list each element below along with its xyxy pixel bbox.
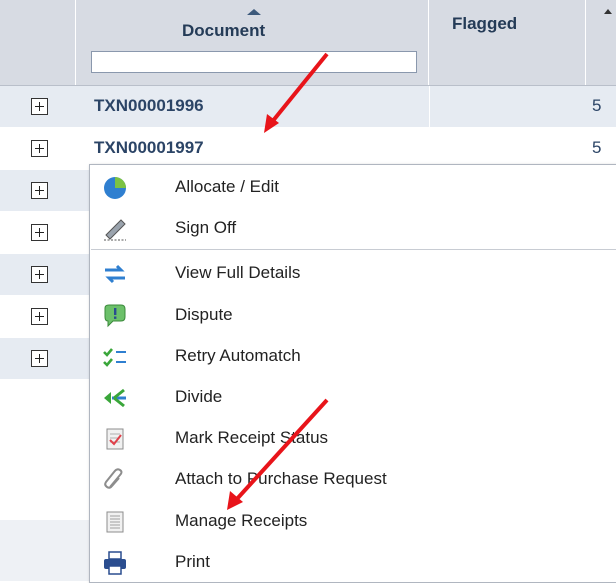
pen-icon: [104, 219, 126, 241]
sort-ascending-icon[interactable]: [604, 9, 612, 14]
menu-item-label: Attach to Purchase Request: [175, 469, 387, 488]
swap-arrows-icon: [105, 264, 125, 284]
expand-row-icon[interactable]: [31, 182, 48, 199]
speech-bubble-icon: [104, 304, 126, 328]
paperclip-icon: [104, 468, 123, 489]
menu-item-label: Mark Receipt Status: [175, 428, 329, 447]
table-row[interactable]: TXN00001996 5: [0, 86, 616, 128]
menu-item-manage-receipts[interactable]: Manage Receipts: [90, 502, 616, 542]
expand-row-icon[interactable]: [31, 350, 48, 367]
grid-footer: [0, 520, 89, 581]
menu-item-sign-off[interactable]: Sign Off: [90, 209, 616, 249]
printer-icon: [104, 551, 126, 575]
menu-item-label: View Full Details: [175, 263, 301, 282]
menu-item-label: Sign Off: [175, 218, 237, 237]
menu-item-label: Print: [175, 552, 210, 571]
next-column-value: 5: [592, 138, 602, 157]
menu-item-view-full-details[interactable]: View Full Details: [90, 254, 616, 294]
menu-item-attach-to-purchase-request[interactable]: Attach to Purchase Request: [90, 460, 616, 500]
menu-item-label: Manage Receipts: [175, 511, 308, 530]
expand-row-icon[interactable]: [31, 266, 48, 283]
document-link[interactable]: TXN00001996: [94, 96, 204, 116]
receipt-icon: [106, 511, 124, 533]
flagged-column-label: Flagged: [452, 14, 518, 33]
menu-item-label: Allocate / Edit: [175, 177, 279, 196]
expand-column-header: [0, 0, 76, 85]
menu-separator: [91, 249, 616, 250]
receipt-check-icon: [106, 428, 124, 450]
split-arrows-icon: [104, 388, 126, 408]
context-menu: Allocate / Edit Sign Off View Full Detai…: [89, 164, 616, 583]
menu-item-label: Dispute: [175, 305, 233, 324]
expand-row-icon[interactable]: [31, 140, 48, 157]
grid-header: Document Flagged: [0, 0, 616, 86]
document-link[interactable]: TXN00001997: [94, 138, 204, 158]
document-column-label: Document: [182, 21, 266, 40]
menu-item-dispute[interactable]: Dispute: [90, 296, 616, 336]
expand-row-icon[interactable]: [31, 308, 48, 325]
menu-item-label: Retry Automatch: [175, 346, 301, 365]
menu-item-allocate-edit[interactable]: Allocate / Edit: [90, 168, 616, 208]
sort-ascending-icon[interactable]: [247, 9, 261, 15]
menu-item-print[interactable]: Print: [90, 543, 616, 583]
flagged-column-header[interactable]: [429, 0, 586, 85]
document-filter-input[interactable]: [91, 51, 417, 73]
flagged-cell: [429, 86, 586, 128]
checklist-icon: [103, 348, 126, 367]
expand-row-icon[interactable]: [31, 224, 48, 241]
menu-item-label: Divide: [175, 387, 223, 406]
expand-row-icon[interactable]: [31, 98, 48, 115]
menu-item-mark-receipt-status[interactable]: Mark Receipt Status: [90, 419, 616, 459]
menu-item-retry-automatch[interactable]: Retry Automatch: [90, 337, 616, 377]
pie-chart-icon: [104, 177, 126, 199]
next-column-value: 5: [592, 96, 602, 115]
menu-item-divide[interactable]: Divide: [90, 378, 616, 418]
